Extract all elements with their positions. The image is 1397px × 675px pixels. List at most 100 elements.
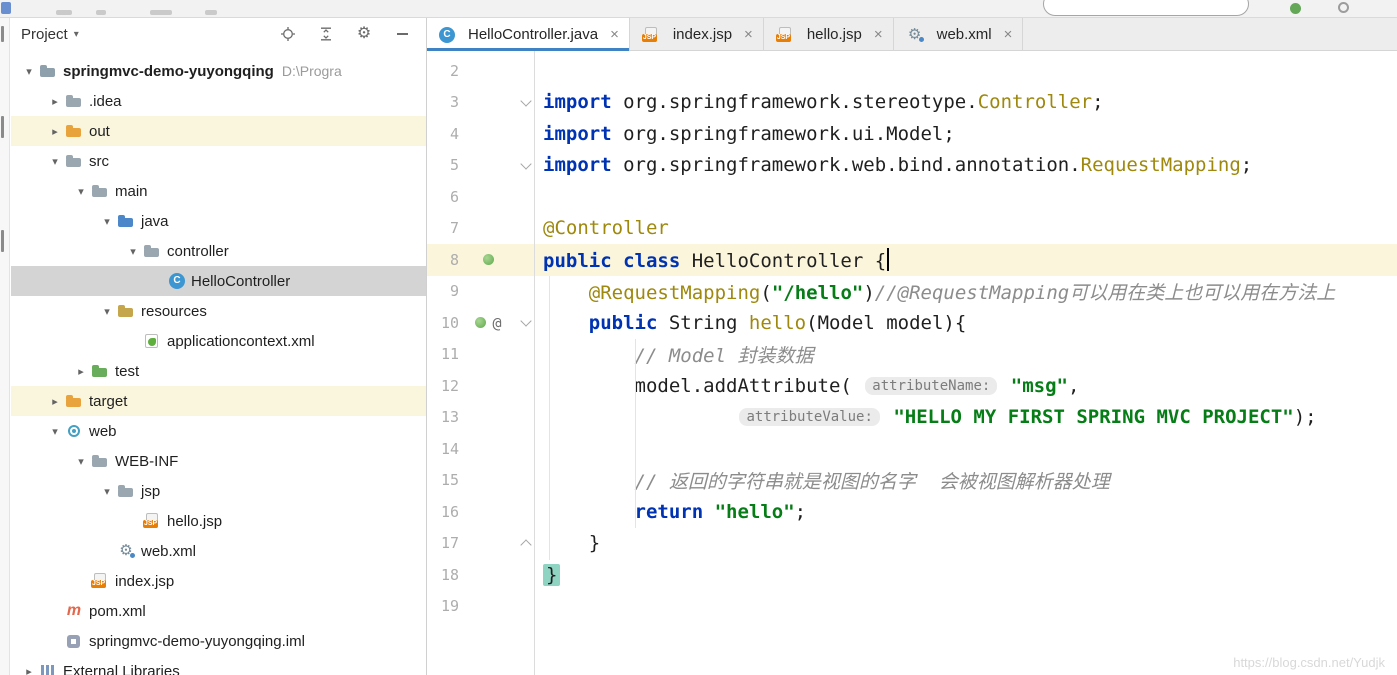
tree-item-web[interactable]: ▾web (11, 416, 426, 446)
chevron-collapsed-icon[interactable]: ▸ (19, 665, 39, 675)
gutter[interactable]: 4 (427, 118, 534, 150)
tree-item-pom-xml[interactable]: mpom.xml (11, 596, 426, 626)
tab-web-xml[interactable]: ⚙web.xml× (894, 18, 1024, 51)
code-line-9[interactable]: 9 @RequestMapping("/hello")//@RequestMap… (427, 276, 1397, 308)
gutter[interactable]: 15 (427, 465, 534, 497)
chevron-expanded-icon[interactable]: ▾ (45, 425, 65, 438)
code-line-10[interactable]: 10@ public String hello(Model model){ (427, 307, 1397, 339)
code-line-19[interactable]: 19 (427, 591, 1397, 623)
gutter[interactable]: 11 (427, 339, 534, 371)
code-line-12[interactable]: 12 model.addAttribute( attributeName: "m… (427, 370, 1397, 402)
chevron-expanded-icon[interactable]: ▾ (97, 485, 117, 498)
chevron-collapsed-icon[interactable]: ▸ (45, 95, 65, 108)
search-input[interactable] (1043, 0, 1249, 16)
fold-marker-icon[interactable] (520, 158, 531, 169)
tab-index-jsp[interactable]: JSPindex.jsp× (630, 18, 764, 51)
code-line-8[interactable]: 8public class HelloController { (427, 244, 1397, 276)
locate-file-button[interactable] (280, 26, 296, 42)
gutter[interactable]: 9 (427, 276, 534, 308)
collapse-all-button[interactable] (318, 26, 334, 42)
tree-item-springmvc-demo-yuyongqing[interactable]: ▾springmvc-demo-yuyongqingD:\Progra (11, 56, 426, 86)
gutter[interactable]: 17 (427, 528, 534, 560)
code-text[interactable]: @Controller (534, 217, 1397, 239)
chevron-expanded-icon[interactable]: ▾ (45, 155, 65, 168)
code-line-4[interactable]: 4import org.springframework.ui.Model; (427, 118, 1397, 150)
gutter[interactable]: 3 (427, 87, 534, 119)
code-line-18[interactable]: 18} (427, 559, 1397, 591)
code-line-15[interactable]: 15 // 返回的字符串就是视图的名字 会被视图解析器处理 (427, 465, 1397, 497)
gutter[interactable]: 8 (427, 244, 534, 276)
tab-close-icon[interactable]: × (1004, 26, 1013, 43)
code-line-14[interactable]: 14 (427, 433, 1397, 465)
chevron-expanded-icon[interactable]: ▾ (97, 215, 117, 228)
toolbar-icon[interactable] (1338, 2, 1349, 13)
settings-gear-icon[interactable]: ⚙ (356, 26, 372, 42)
tree-item-web-xml[interactable]: ⚙web.xml (11, 536, 426, 566)
gutter[interactable]: 16 (427, 496, 534, 528)
gutter[interactable]: 13 (427, 402, 534, 434)
code-text[interactable]: // 返回的字符串就是视图的名字 会被视图解析器处理 (534, 467, 1397, 494)
tree-item-main[interactable]: ▾main (11, 176, 426, 206)
gutter[interactable]: 5 (427, 150, 534, 182)
chevron-collapsed-icon[interactable]: ▸ (45, 125, 65, 138)
code-line-3[interactable]: 3import org.springframework.stereotype.C… (427, 87, 1397, 119)
code-line-2[interactable]: 2 (427, 55, 1397, 87)
chevron-collapsed-icon[interactable]: ▸ (45, 395, 65, 408)
tab-close-icon[interactable]: × (610, 26, 619, 43)
code-text[interactable]: model.addAttribute( attributeName: "msg"… (534, 375, 1397, 397)
tree-item-java[interactable]: ▾java (11, 206, 426, 236)
code-text[interactable]: @RequestMapping("/hello")//@RequestMappi… (534, 278, 1397, 305)
tree-item-web-inf[interactable]: ▾WEB-INF (11, 446, 426, 476)
code-line-16[interactable]: 16 return "hello"; (427, 496, 1397, 528)
tree-item-src[interactable]: ▾src (11, 146, 426, 176)
tree-item-external-libraries[interactable]: ▸External Libraries (11, 656, 426, 675)
tree-item-test[interactable]: ▸test (11, 356, 426, 386)
chevron-expanded-icon[interactable]: ▾ (71, 455, 91, 468)
fold-marker-icon[interactable] (520, 95, 531, 106)
gutter[interactable]: 19 (427, 591, 534, 623)
annotation-gutter-icon[interactable]: @ (492, 314, 501, 332)
gutter[interactable]: 6 (427, 181, 534, 213)
editor[interactable]: 23import org.springframework.stereotype.… (427, 51, 1397, 675)
gutter[interactable]: 14 (427, 433, 534, 465)
code-text[interactable]: import org.springframework.web.bind.anno… (534, 154, 1397, 176)
code-text[interactable]: import org.springframework.ui.Model; (534, 123, 1397, 145)
chevron-expanded-icon[interactable]: ▾ (71, 185, 91, 198)
gutter[interactable]: 7 (427, 213, 534, 245)
tree-item-applicationcontext-xml[interactable]: applicationcontext.xml (11, 326, 426, 356)
code-text[interactable]: attributeValue: "HELLO MY FIRST SPRING M… (534, 406, 1397, 428)
tool-window-stripe[interactable] (0, 18, 10, 675)
tab-hello-jsp[interactable]: JSPhello.jsp× (764, 18, 894, 51)
code-text[interactable]: } (534, 564, 1397, 586)
spring-bean-icon[interactable] (483, 254, 494, 265)
fold-marker-icon[interactable] (520, 316, 531, 327)
tree-item-controller[interactable]: ▾controller (11, 236, 426, 266)
tree-item-out[interactable]: ▸out (11, 116, 426, 146)
tree-item-hello-jsp[interactable]: JSPhello.jsp (11, 506, 426, 536)
code-line-11[interactable]: 11 // Model 封装数据 (427, 339, 1397, 371)
code-line-5[interactable]: 5import org.springframework.web.bind.ann… (427, 150, 1397, 182)
tab-close-icon[interactable]: × (874, 26, 883, 43)
code-text[interactable]: // Model 封装数据 (534, 341, 1397, 368)
code-line-17[interactable]: 17 } (427, 528, 1397, 560)
tab-hellocontroller-java[interactable]: CHelloController.java× (427, 18, 630, 51)
chevron-collapsed-icon[interactable]: ▸ (71, 365, 91, 378)
fold-marker-icon[interactable] (520, 539, 531, 550)
tree-item-index-jsp[interactable]: JSPindex.jsp (11, 566, 426, 596)
code-text[interactable]: import org.springframework.stereotype.Co… (534, 91, 1397, 113)
code-text[interactable]: return "hello"; (534, 501, 1397, 523)
tree-item-hellocontroller[interactable]: CHelloController (11, 266, 426, 296)
tree-item-idea[interactable]: ▸.idea (11, 86, 426, 116)
gutter[interactable]: 10@ (427, 307, 534, 339)
chevron-expanded-icon[interactable]: ▾ (19, 65, 39, 78)
gutter[interactable]: 2 (427, 55, 534, 87)
gutter[interactable]: 12 (427, 370, 534, 402)
hide-panel-button[interactable] (394, 26, 410, 42)
chevron-expanded-icon[interactable]: ▾ (97, 305, 117, 318)
run-icon[interactable] (1290, 3, 1301, 14)
tree-item-resources[interactable]: ▾resources (11, 296, 426, 326)
code-text[interactable]: } (534, 532, 1397, 554)
chevron-expanded-icon[interactable]: ▾ (123, 245, 143, 258)
spring-bean-icon[interactable] (475, 317, 486, 328)
gutter[interactable]: 18 (427, 559, 534, 591)
